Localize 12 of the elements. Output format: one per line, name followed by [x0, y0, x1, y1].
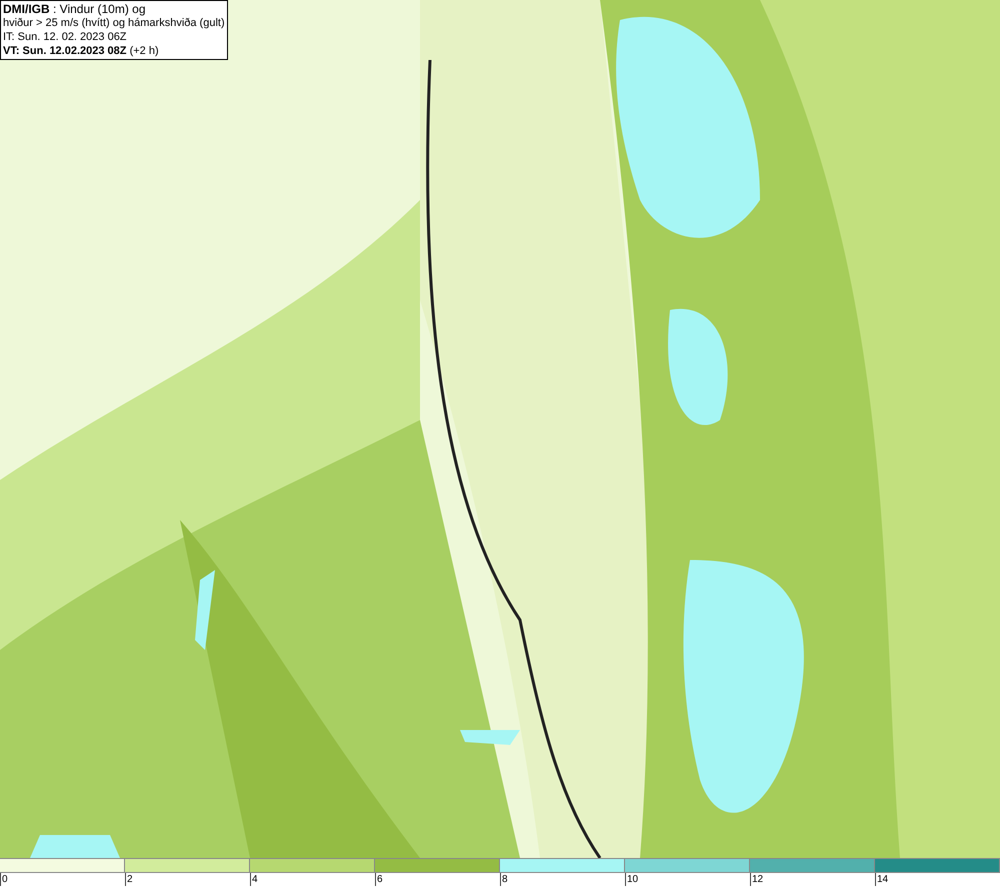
map-title: hviður > 25 m/s (hvítt) og hámarkshviða (gult)	[3, 16, 225, 30]
scale-tick-label: 10	[625, 873, 638, 886]
scale-tick-label: 8	[500, 873, 508, 886]
scale-tick-label: 2	[125, 873, 133, 886]
scale-tick-label: 12	[750, 873, 764, 886]
scale-tick-label: 14	[875, 873, 888, 886]
timestamp-label: IT: Sun. 12. 02. 2023 06Z	[3, 30, 128, 44]
map-title: DMI/IGB : Vindur (10m) og	[3, 2, 146, 16]
scale-tick-label: 4	[250, 873, 258, 886]
timestamp-label: VT: Sun. 12.02.2023 08Z (+2 h)	[3, 44, 160, 58]
scale-tick-label: 0	[0, 873, 8, 886]
scale-tick-label: 6	[375, 873, 383, 886]
